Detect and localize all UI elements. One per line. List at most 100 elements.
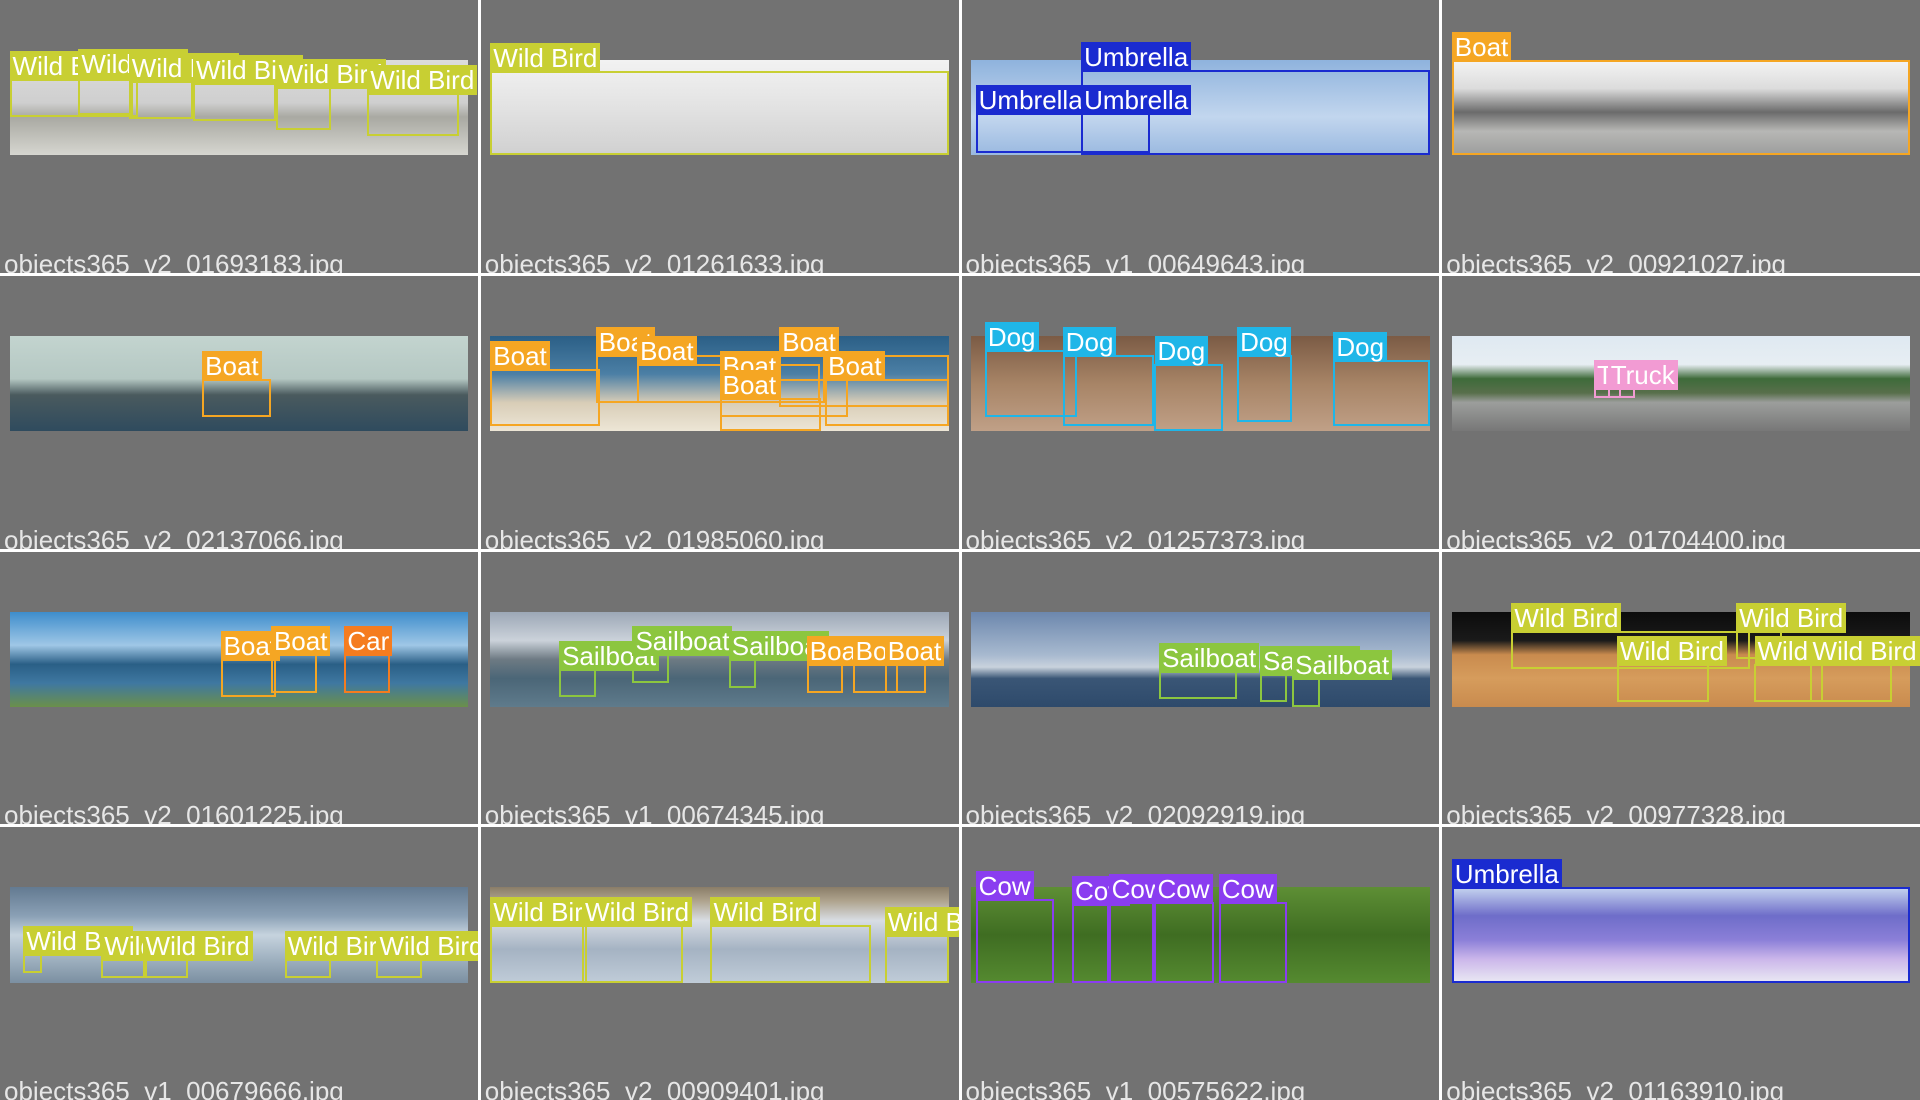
detection-box bbox=[1062, 354, 1155, 427]
detection-label: Wild Bird bbox=[1736, 602, 1847, 633]
detection-box bbox=[1218, 901, 1288, 983]
detection-label: Sailboat bbox=[632, 626, 733, 657]
detection-label: Wild Bird bbox=[142, 930, 253, 961]
detection-box bbox=[128, 80, 193, 120]
detection-box bbox=[284, 958, 331, 978]
mosaic-tile: Umbrella objects365_v2_01163910.jpg bbox=[1442, 827, 1920, 1100]
detection-label: Cow bbox=[975, 870, 1034, 901]
mosaic-grid: Wild BirdWild BirdWild BirdWild BirdWild… bbox=[0, 0, 1920, 1100]
detection-box bbox=[1451, 887, 1911, 983]
detection-label: Truck bbox=[1607, 360, 1678, 391]
detection-box bbox=[728, 659, 757, 688]
tile-filename: objects365_v2_01693183.jpg bbox=[4, 248, 344, 273]
detection-box bbox=[78, 77, 134, 116]
detection-box bbox=[884, 934, 949, 983]
detection-label: Dog bbox=[1237, 326, 1291, 357]
tile-filename: objects365_v2_01261633.jpg bbox=[484, 248, 825, 273]
detection-box bbox=[367, 93, 459, 137]
detection-box bbox=[490, 369, 601, 427]
detection-box bbox=[1159, 670, 1238, 700]
detection-label: Wild Bird bbox=[1616, 636, 1727, 666]
detection-label: Umbrella bbox=[1081, 41, 1192, 72]
detection-box bbox=[1809, 663, 1893, 703]
detection-box bbox=[582, 925, 683, 983]
detection-box bbox=[719, 397, 821, 432]
detection-label: Sailboat bbox=[1292, 650, 1393, 681]
tile-filename: objects365_v1_00649643.jpg bbox=[965, 248, 1306, 273]
detection-label: Umbrella bbox=[1081, 84, 1192, 115]
tile-filename: objects365_v1_00679666.jpg bbox=[4, 1076, 344, 1100]
detection-box bbox=[202, 378, 271, 417]
detection-label: Umbrella bbox=[1451, 859, 1562, 890]
detection-label: Umbrella bbox=[975, 84, 1086, 115]
tile-filename: objects365_v2_00909401.jpg bbox=[484, 1076, 825, 1100]
detection-label: Boat bbox=[490, 341, 550, 372]
detection-box bbox=[1154, 901, 1215, 983]
detection-box bbox=[1237, 354, 1293, 422]
mosaic-tile: Dog Dog Dog Dog Dog objects365_v2_01257373.jp… bbox=[961, 275, 1440, 549]
detection-label: Wild Bird bbox=[490, 43, 601, 74]
detection-label: Cow bbox=[1154, 873, 1213, 904]
tile-filename: objects365_v2_01163910.jpg bbox=[1446, 1076, 1785, 1100]
detection-box bbox=[1081, 112, 1150, 156]
mosaic-tile: Wild BirdWild BirdWild BirdWild BirdWild… bbox=[1442, 551, 1920, 825]
detection-label: Sailboat bbox=[1159, 642, 1260, 673]
mosaic-tile: Wild BirdWild BirdWild BirdWild Birdobje… bbox=[480, 827, 959, 1100]
detection-box bbox=[1108, 901, 1155, 983]
mosaic-tile: Boat objects365_v2_02137066.jpg bbox=[0, 275, 478, 549]
tile-filename: objects365_v1_00575622.jpg bbox=[965, 1076, 1306, 1100]
detection-label: Wild Bird bbox=[367, 65, 478, 96]
tile-filename: objects365_v2_01985060.jpg bbox=[484, 524, 825, 549]
detection-box bbox=[101, 958, 148, 978]
tile-filename: objects365_v2_01257373.jpg bbox=[965, 524, 1306, 549]
detection-box bbox=[559, 668, 596, 698]
tile-filename: objects365_v2_00921027.jpg bbox=[1446, 248, 1786, 273]
detection-box bbox=[490, 925, 587, 983]
detection-box bbox=[710, 925, 871, 983]
detection-label: Cow bbox=[1218, 873, 1277, 904]
detection-box bbox=[275, 86, 331, 130]
detection-box bbox=[344, 654, 391, 693]
tile-photo bbox=[490, 60, 949, 156]
detection-box bbox=[825, 378, 949, 427]
mosaic-tile: SailboatSailboatSailboatobjects365_v2_02… bbox=[961, 551, 1440, 825]
detection-label: Boat bbox=[1451, 32, 1512, 62]
mosaic-tile: Boat Boat Boat Boat Boat Boat Boat objects365_v… bbox=[480, 275, 959, 549]
detection-label: Dog bbox=[1062, 326, 1117, 357]
mosaic-tile: Wild BirdWild BirdWild BirdWild BirdWild… bbox=[0, 0, 478, 273]
detection-label: Wild Bird bbox=[1511, 602, 1622, 633]
detection-box bbox=[1292, 678, 1320, 707]
detection-box bbox=[975, 898, 1054, 983]
tile-filename: objects365_v2_01601225.jpg bbox=[4, 800, 344, 825]
detection-box bbox=[884, 663, 926, 693]
tile-filename: objects365_v2_02092919.jpg bbox=[965, 800, 1306, 825]
detection-box bbox=[1451, 60, 1911, 156]
detection-label: Boat bbox=[825, 350, 885, 381]
detection-box bbox=[220, 659, 276, 698]
detection-label: Boat bbox=[884, 636, 945, 666]
detection-label: Boat bbox=[202, 350, 262, 381]
detection-label: Boat bbox=[719, 369, 780, 400]
detection-box bbox=[1333, 359, 1430, 427]
detection-label: Dog bbox=[1333, 331, 1388, 362]
mosaic-tile: Sailboat Sailboat Sailboat Boat Boat Boat obje… bbox=[480, 551, 959, 825]
detection-box bbox=[23, 954, 42, 974]
tile-filename: objects365_v1_00674345.jpg bbox=[484, 800, 825, 825]
tile-photo bbox=[1451, 887, 1911, 983]
tile-filename: objects365_v2_01704400.jpg bbox=[1446, 524, 1786, 549]
detection-box bbox=[1154, 364, 1224, 432]
detection-box bbox=[1071, 904, 1109, 983]
detection-box bbox=[376, 958, 423, 978]
tile-photo bbox=[1451, 60, 1911, 156]
detection-box bbox=[142, 958, 189, 978]
detection-label: Dog bbox=[1154, 336, 1209, 367]
detection-label: Dog bbox=[984, 322, 1039, 353]
detection-label: Boat bbox=[637, 336, 697, 367]
detection-label: Wild Bird bbox=[884, 906, 959, 937]
mosaic-tile: TruckTruckobjects365_v2_01704400.jpg bbox=[1442, 275, 1920, 549]
detection-label: Wild Bird bbox=[710, 897, 821, 928]
detection-label: Wild Bird bbox=[582, 897, 693, 928]
detection-box bbox=[490, 71, 949, 156]
detection-label: Wild Bird bbox=[376, 930, 478, 961]
detection-box bbox=[1616, 663, 1709, 703]
